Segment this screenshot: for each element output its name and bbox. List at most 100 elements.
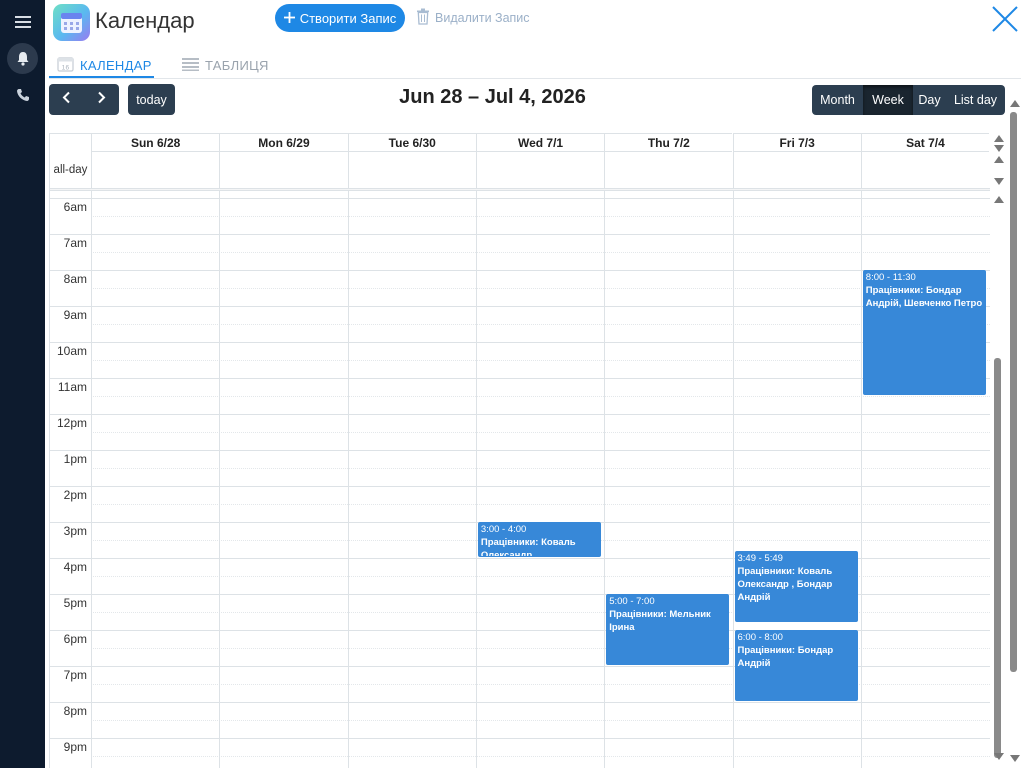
allday-cell[interactable]: [732, 151, 861, 188]
bell-icon[interactable]: [7, 43, 38, 74]
hour-line: [50, 342, 990, 344]
day-header: Sun 6/28: [91, 133, 220, 151]
tab-table[interactable]: ТАБЛИЦЯ: [182, 53, 269, 77]
allday-cell[interactable]: [860, 151, 990, 188]
page-scrollbar[interactable]: [1008, 100, 1020, 768]
event-title: Працівники: Мельник Ірина: [609, 609, 711, 634]
day-column: [219, 191, 221, 768]
delete-record-button[interactable]: Видалити Запис: [416, 8, 530, 28]
scroll-down-arrow[interactable]: [1010, 755, 1020, 762]
calendar-event[interactable]: 3:00 - 4:00 Працівники: Коваль Олександр: [477, 522, 602, 558]
half-hour-line: [91, 720, 990, 722]
half-hour-line: [91, 360, 990, 362]
time-label: 7pm: [63, 668, 87, 683]
tab-calendar[interactable]: 16 КАЛЕНДАР: [57, 53, 152, 77]
half-hour-line: [91, 216, 990, 218]
scroll-down-arrow[interactable]: [994, 145, 1004, 152]
event-time: 3:49 - 5:49: [737, 553, 783, 564]
phone-icon[interactable]: [7, 79, 38, 110]
calendar-event[interactable]: 8:00 - 11:30 Працівники: Бондар Андрій, Ш…: [862, 270, 987, 396]
hour-line: [50, 306, 990, 308]
table-tab-icon: [182, 57, 199, 74]
calendar-event[interactable]: 3:49 - 5:49 Працівники: Коваль Олександр …: [734, 551, 858, 622]
time-label: 9pm: [63, 740, 87, 755]
next-week-button[interactable]: [84, 84, 119, 115]
scroll-up-arrow[interactable]: [994, 156, 1004, 163]
calendar-tab-icon: 16: [57, 56, 74, 75]
event-time: 5:00 - 7:00: [609, 596, 655, 608]
hour-line: [50, 450, 990, 452]
hour-line: [50, 234, 990, 236]
view-day-button[interactable]: Day: [913, 85, 946, 115]
hour-line: [50, 702, 990, 704]
time-label: 12pm: [56, 416, 87, 431]
day-column: [732, 191, 734, 768]
scroll-thumb[interactable]: [994, 358, 1001, 758]
prev-week-button[interactable]: [49, 84, 84, 115]
page-title: Календар: [95, 8, 195, 33]
scroll-thumb[interactable]: [1010, 112, 1017, 672]
scroll-down-arrow[interactable]: [994, 753, 1004, 760]
scroll-down-arrow[interactable]: [994, 178, 1004, 185]
plus-icon: [283, 11, 295, 26]
day-header: Fri 7/3: [732, 133, 861, 151]
half-hour-line: [91, 432, 990, 434]
allday-cell[interactable]: [604, 151, 733, 188]
event-title: Працівники: Бондар Андрій: [737, 645, 834, 670]
time-label: 6am: [63, 200, 87, 215]
allday-cell[interactable]: [91, 151, 220, 188]
allday-cell[interactable]: [475, 151, 605, 188]
time-label: 11am: [57, 380, 87, 395]
time-grid[interactable]: 6am 7am 8am 9am 10am 11am 12pm 1pm 2pm 3pm 4pm 5pm 6…: [50, 191, 990, 768]
scroll-up-arrow[interactable]: [1010, 100, 1020, 107]
timegrid-scrollbar[interactable]: [992, 196, 1004, 768]
chevron-left-icon: [62, 91, 71, 109]
day-header: Sat 7/4: [860, 133, 990, 151]
time-label: 3pm: [63, 524, 87, 539]
view-week-button[interactable]: Week: [863, 85, 913, 115]
hour-line: [50, 414, 990, 416]
today-button[interactable]: today: [128, 84, 175, 115]
left-sidebar: [0, 0, 45, 768]
time-label: 5pm: [63, 596, 87, 611]
half-hour-line: [91, 396, 990, 398]
event-title: Працівники: Коваль Олександр , Бондар Ан…: [737, 566, 833, 603]
close-icon[interactable]: [990, 4, 1020, 34]
scroll-up-arrow[interactable]: [994, 135, 1004, 142]
time-label: 8am: [63, 272, 87, 287]
half-hour-line: [91, 252, 990, 254]
event-title: Працівники: Бондар Андрій, Шевченко Петр…: [865, 285, 983, 310]
calendar-event[interactable]: 5:00 - 7:00 Працівники: Мельник Ірина: [606, 594, 730, 666]
allday-cell[interactable]: [219, 151, 348, 188]
scroll-up-arrow[interactable]: [994, 196, 1004, 203]
tab-table-label: ТАБЛИЦЯ: [205, 57, 269, 73]
create-record-label: Створити Запис: [299, 10, 397, 26]
hour-line: [50, 270, 990, 272]
tabs-divider: [49, 78, 1021, 79]
event-title: Працівники: Коваль Олександр: [480, 537, 576, 558]
menu-icon[interactable]: [7, 6, 38, 37]
day-column: [475, 191, 477, 768]
calendar-app-icon: [53, 4, 90, 41]
create-record-button[interactable]: Створити Запис: [275, 4, 405, 32]
time-label: 1pm: [63, 452, 87, 467]
day-column: [91, 191, 92, 768]
allday-cell[interactable]: [347, 151, 476, 188]
half-hour-line: [91, 756, 990, 758]
view-switcher: Month Week Day List day: [812, 85, 1005, 115]
half-hour-line: [91, 324, 990, 326]
day-header: Tue 6/30: [347, 133, 476, 151]
header-gutter: [50, 133, 91, 151]
time-label: 10am: [56, 344, 87, 359]
calendar-event[interactable]: 6:00 - 8:00 Працівники: Бондар Андрій: [734, 630, 858, 702]
half-hour-line: [91, 504, 990, 506]
calendar-range-title: Jun 28 – Jul 4, 2026: [399, 86, 586, 108]
chevron-right-icon: [97, 91, 106, 109]
view-list-day-button[interactable]: List day: [946, 85, 1005, 115]
view-month-button[interactable]: Month: [812, 85, 863, 115]
time-label: 4pm: [63, 560, 87, 575]
svg-text:16: 16: [62, 64, 70, 71]
time-label: 9am: [63, 308, 87, 323]
time-label: 2pm: [63, 488, 87, 503]
allday-scrollbar[interactable]: [992, 135, 1004, 187]
